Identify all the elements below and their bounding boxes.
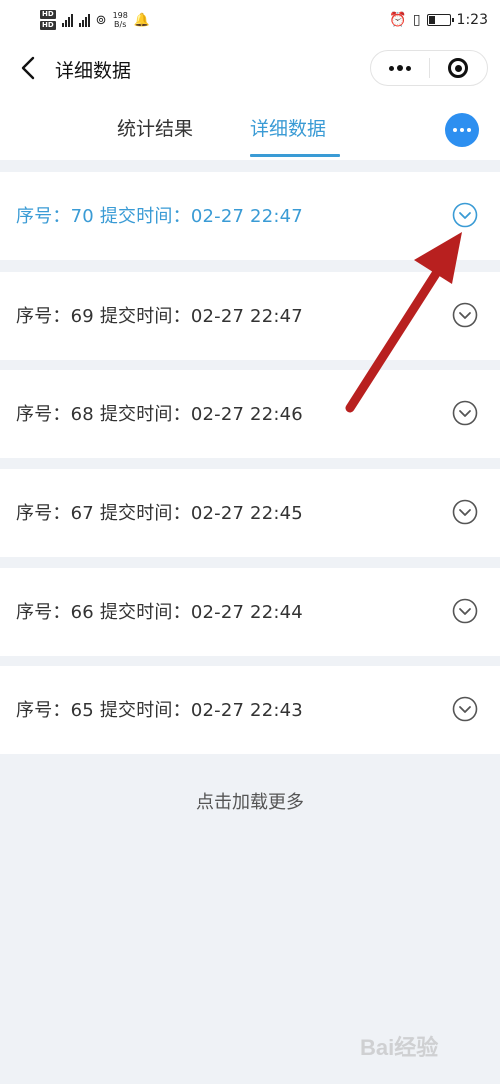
tab-statistics[interactable]: 统计结果	[117, 114, 193, 141]
dot-icon	[460, 128, 464, 132]
battery-icon	[426, 14, 454, 26]
dot-icon	[467, 128, 471, 132]
back-chevron-icon[interactable]	[16, 56, 40, 80]
qq-icon: 🔔	[133, 12, 151, 28]
tab-bar: 统计结果 详细数据	[0, 98, 500, 160]
list-item[interactable]: 序号：67 提交时间：02-27 22:45	[0, 469, 500, 557]
target-circle-icon	[448, 58, 469, 78]
expand-chevron-icon[interactable]	[452, 400, 478, 426]
item-summary: 序号：69 提交时间：02-27 22:47	[16, 306, 303, 327]
list-item[interactable]: 序号：69 提交时间：02-27 22:47	[0, 272, 500, 360]
list-item[interactable]: 序号：68 提交时间：02-27 22:46	[0, 370, 500, 458]
signal-icon	[61, 13, 73, 27]
list-item[interactable]: 序号：65 提交时间：02-27 22:43	[0, 666, 500, 754]
active-tab-indicator	[250, 154, 340, 157]
watermark-logo: Bai经验	[360, 1035, 439, 1060]
page-title: 详细数据	[55, 60, 132, 82]
hd-icon: HD HD	[40, 10, 56, 30]
status-time: 1:23	[456, 12, 488, 28]
status-bar: HD HD ⊚ 198 B/s 🔔 ⏰ ▯ 1:23	[0, 0, 500, 40]
status-left: HD HD ⊚ 198 B/s 🔔	[40, 9, 150, 31]
expand-chevron-icon[interactable]	[452, 696, 478, 722]
hotspot-icon: ⊚	[95, 12, 107, 28]
vibrate-icon: ▯	[412, 12, 421, 28]
item-summary: 序号：66 提交时间：02-27 22:44	[16, 602, 303, 623]
list-item[interactable]: 序号：66 提交时间：02-27 22:44	[0, 568, 500, 656]
expand-chevron-icon[interactable]	[452, 499, 478, 525]
expand-chevron-icon[interactable]	[452, 302, 478, 328]
network-rate: 198 B/s	[112, 11, 128, 29]
tab-details[interactable]: 详细数据	[250, 114, 326, 141]
signal-icon-2	[78, 13, 90, 27]
more-options-button[interactable]	[445, 113, 479, 147]
expand-chevron-icon[interactable]	[452, 598, 478, 624]
load-more-link[interactable]: 点击加载更多	[0, 788, 500, 814]
item-summary: 序号：65 提交时间：02-27 22:43	[16, 700, 303, 721]
navigation-bar: 详细数据	[0, 40, 500, 98]
list-item[interactable]: 序号：70 提交时间：02-27 22:47	[0, 172, 500, 260]
status-right: ⏰ ▯ 1:23	[389, 12, 488, 28]
more-dots-icon	[388, 65, 411, 71]
expand-chevron-icon[interactable]	[452, 202, 478, 228]
miniprogram-capsule	[370, 50, 488, 86]
menu-dots-button[interactable]	[371, 51, 429, 85]
dot-icon	[453, 128, 457, 132]
item-summary: 序号：67 提交时间：02-27 22:45	[16, 503, 303, 524]
item-summary: 序号：68 提交时间：02-27 22:46	[16, 404, 303, 425]
item-summary: 序号：70 提交时间：02-27 22:47	[16, 206, 303, 227]
close-miniprogram-button[interactable]	[430, 51, 488, 85]
alarm-icon: ⏰	[389, 12, 407, 28]
